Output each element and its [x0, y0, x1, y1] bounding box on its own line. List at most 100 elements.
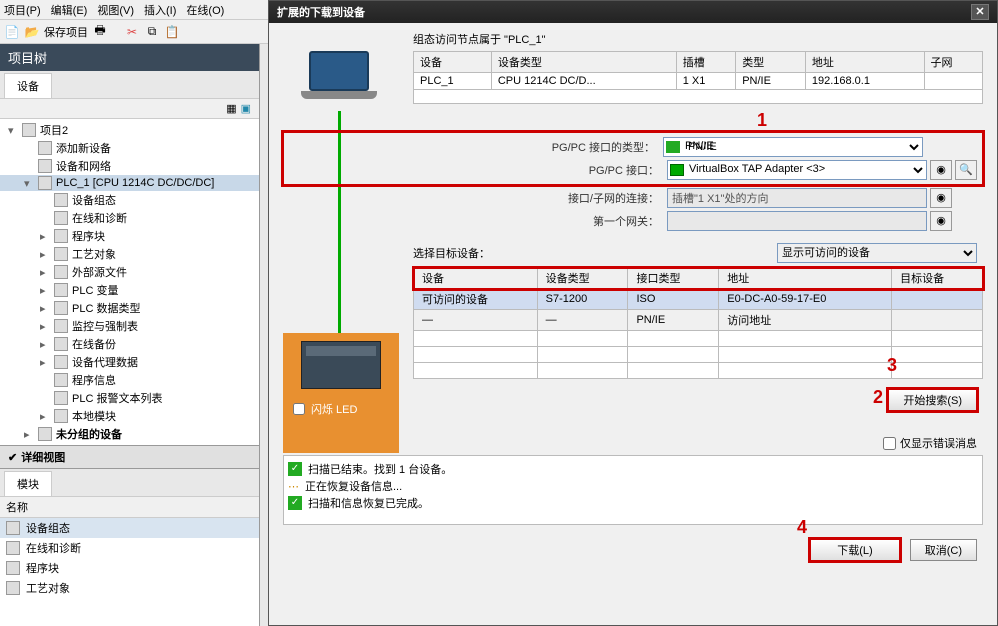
- print-icon[interactable]: 🖶: [92, 24, 108, 40]
- annotation-1: 1: [757, 110, 767, 131]
- annotation-2: 2: [873, 387, 883, 408]
- pgpc-type-select[interactable]: PN/IE: [663, 137, 923, 157]
- annotation-4: 4: [797, 517, 807, 538]
- config-table: 设备 设备类型 插槽 类型 地址 子网 PLC_1 CPU 1214C DC/D…: [413, 51, 983, 104]
- cfg-td: 1 X1: [676, 73, 735, 90]
- cfg-th: 子网: [924, 52, 982, 73]
- start-search-button[interactable]: 开始搜索(S): [888, 389, 977, 411]
- download-button[interactable]: 下载(L): [810, 539, 899, 561]
- tree-toolbar: ▦ ▣: [0, 99, 259, 119]
- dev-th: 设备: [414, 268, 538, 289]
- detail-list[interactable]: 名称 设备组态在线和诊断程序块工艺对象: [0, 497, 259, 607]
- errors-only-input[interactable]: [883, 437, 896, 450]
- tree-item[interactable]: 设备和网络: [0, 157, 259, 175]
- device-table[interactable]: 设备设备类型接口类型地址目标设备 可访问的设备S7-1200ISOE0-DC-A…: [413, 267, 983, 379]
- cfg-th: 类型: [736, 52, 806, 73]
- tree-item[interactable]: PLC 报警文本列表: [0, 389, 259, 407]
- tree-item[interactable]: ▸未分组的设备: [0, 425, 259, 443]
- device-row[interactable]: 可访问的设备S7-1200ISOE0-DC-A0-59-17-E0: [414, 289, 983, 310]
- dialog-titlebar: 扩展的下载到设备 ✕: [269, 1, 997, 23]
- tree-item[interactable]: 设备组态: [0, 191, 259, 209]
- tree-tool-icon[interactable]: ▣: [241, 102, 251, 115]
- tree-item[interactable]: ▸监控与强制表: [0, 317, 259, 335]
- new-icon[interactable]: 📄: [4, 24, 20, 40]
- detail-row[interactable]: 设备组态: [0, 518, 259, 538]
- tab-modules[interactable]: 模块: [4, 471, 52, 496]
- tree-tool-icon[interactable]: ▦: [226, 102, 236, 115]
- log-line: ✓扫描和信息恢复已完成。: [288, 495, 978, 511]
- cfg-th: 设备类型: [491, 52, 676, 73]
- project-tree-tabs: 设备: [0, 71, 259, 99]
- cfg-td: PN/IE: [736, 73, 806, 90]
- gw-label: 第一个网关：: [593, 213, 659, 229]
- menu-edit[interactable]: 编辑(E): [51, 2, 88, 18]
- tree-item[interactable]: ▸PLC 变量: [0, 281, 259, 299]
- gw-input: [667, 211, 927, 231]
- dev-th: 设备类型: [537, 268, 628, 289]
- project-tree-panel: 项目树 设备 ▦ ▣ ▾项目2添加新设备设备和网络▾PLC_1 [CPU 121…: [0, 44, 260, 626]
- tree-item[interactable]: ▾PLC_1 [CPU 1214C DC/DC/DC]: [0, 175, 259, 191]
- tree-item[interactable]: 程序信息: [0, 371, 259, 389]
- copy-icon[interactable]: ⧉: [144, 24, 160, 40]
- config-title: 组态访问节点属于 "PLC_1": [413, 31, 983, 47]
- config-icon[interactable]: ◉: [930, 211, 952, 231]
- menu-online[interactable]: 在线(O): [186, 2, 224, 18]
- detail-header: 名称: [0, 497, 259, 518]
- display-mode-select[interactable]: 显示可访问的设备: [777, 243, 977, 263]
- log-box: ✓扫描已结束。找到 1 台设备。⋯正在恢复设备信息...✓扫描和信息恢复已完成。: [283, 455, 983, 525]
- detail-row[interactable]: 程序块: [0, 558, 259, 578]
- menu-view[interactable]: 视图(V): [97, 2, 134, 18]
- search-icon[interactable]: 🔍: [955, 160, 977, 180]
- pgpc-if-select[interactable]: [667, 160, 927, 180]
- cfg-th: 插槽: [676, 52, 735, 73]
- laptop-icon: [299, 51, 379, 111]
- cfg-th: 地址: [805, 52, 924, 73]
- detail-view-title: ✔详细视图: [0, 445, 259, 469]
- close-icon[interactable]: ✕: [971, 4, 989, 20]
- menu-project[interactable]: 项目(P): [4, 2, 41, 18]
- errors-only-checkbox[interactable]: 仅显示错误消息: [883, 435, 977, 451]
- tree-item[interactable]: ▸程序块: [0, 227, 259, 245]
- detail-row[interactable]: 在线和诊断: [0, 538, 259, 558]
- cut-icon[interactable]: ✂: [124, 24, 140, 40]
- open-icon[interactable]: 📂: [24, 24, 40, 40]
- project-tree-title: 项目树: [0, 44, 259, 71]
- dev-th: 地址: [719, 268, 892, 289]
- cfg-th: 设备: [414, 52, 492, 73]
- tree-item[interactable]: ▸本地模块: [0, 407, 259, 425]
- pgpc-if-label: PG/PC 接口：: [589, 162, 659, 178]
- download-dialog: 扩展的下载到设备 ✕ 闪烁 LED 组态访问节点属于 "PLC_1" 设备 设备…: [268, 0, 998, 626]
- log-line: ✓扫描已结束。找到 1 台设备。: [288, 461, 978, 477]
- tree-item[interactable]: 添加新设备: [0, 139, 259, 157]
- config-icon[interactable]: ◉: [930, 188, 952, 208]
- conn-input: [667, 188, 927, 208]
- device-row[interactable]: ——PN/IE访问地址: [414, 310, 983, 331]
- tab-devices[interactable]: 设备: [4, 73, 52, 98]
- tree-item[interactable]: ▸PLC 数据类型: [0, 299, 259, 317]
- project-tree[interactable]: ▾项目2添加新设备设备和网络▾PLC_1 [CPU 1214C DC/DC/DC…: [0, 119, 259, 445]
- save-project-button[interactable]: 保存项目: [44, 24, 88, 40]
- config-icon[interactable]: ◉: [930, 160, 952, 180]
- paste-icon[interactable]: 📋: [164, 24, 180, 40]
- tree-item[interactable]: ▸外部源文件: [0, 263, 259, 281]
- tree-item[interactable]: ▸工艺对象: [0, 245, 259, 263]
- pgpc-type-label: PG/PC 接口的类型：: [552, 139, 655, 155]
- annotation-3: 3: [887, 355, 897, 376]
- dialog-title: 扩展的下载到设备: [277, 4, 365, 20]
- cancel-button[interactable]: 取消(C): [910, 539, 977, 561]
- tree-item[interactable]: 在线和诊断: [0, 209, 259, 227]
- cfg-td: CPU 1214C DC/D...: [491, 73, 676, 90]
- tree-item[interactable]: ▾项目2: [0, 121, 259, 139]
- cfg-td: PLC_1: [414, 73, 492, 90]
- log-line: ⋯正在恢复设备信息...: [288, 478, 978, 494]
- cfg-td: 192.168.0.1: [805, 73, 924, 90]
- dev-th: 接口类型: [628, 268, 719, 289]
- dev-th: 目标设备: [892, 268, 983, 289]
- detail-row[interactable]: 工艺对象: [0, 578, 259, 598]
- select-target-label: 选择目标设备：: [413, 245, 490, 261]
- tree-item[interactable]: ▸在线备份: [0, 335, 259, 353]
- tree-item[interactable]: ▸设备代理数据: [0, 353, 259, 371]
- menu-insert[interactable]: 插入(I): [144, 2, 176, 18]
- conn-label: 接口/子网的连接：: [568, 190, 659, 206]
- cfg-td: [924, 73, 982, 90]
